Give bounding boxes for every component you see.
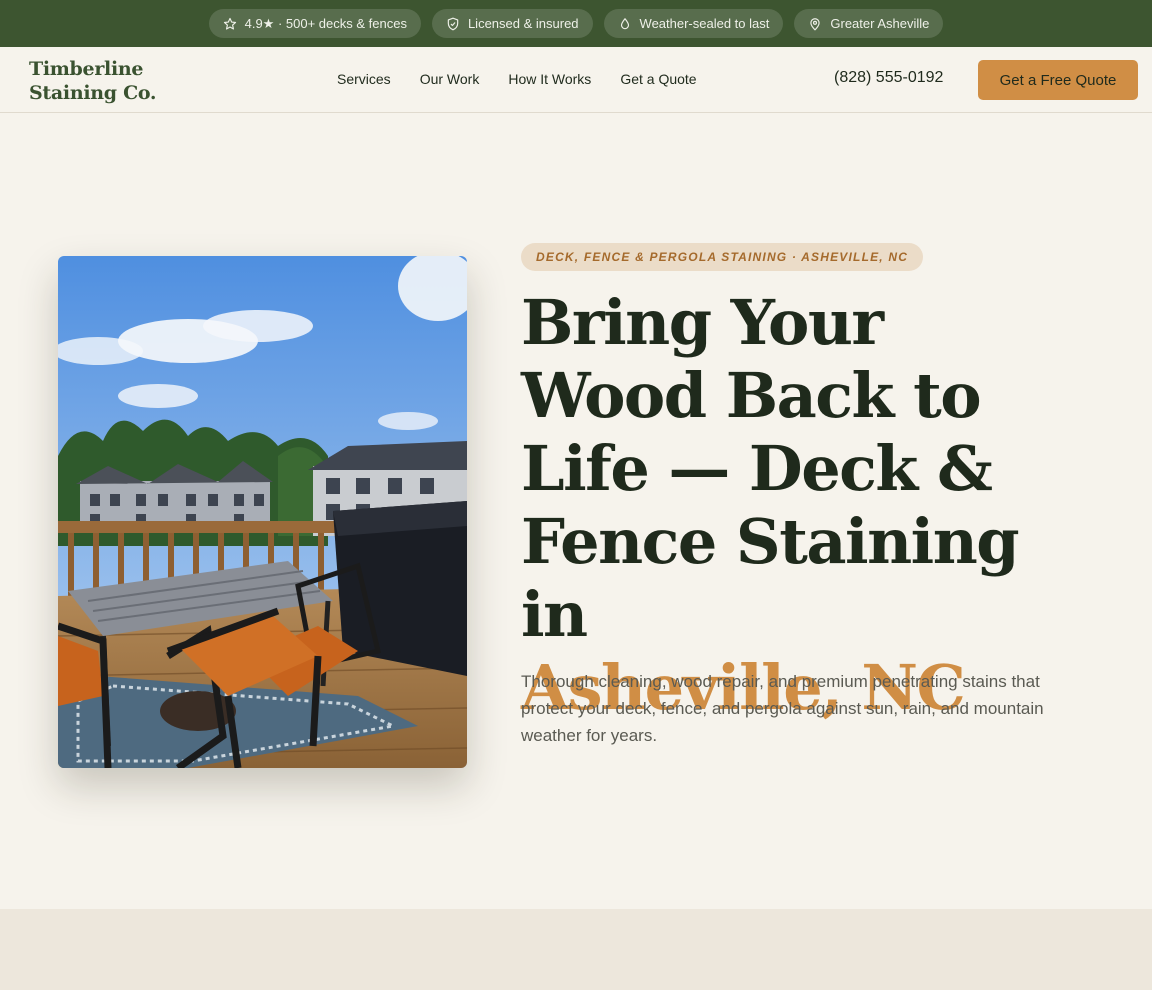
badge-location: Greater Asheville [794, 9, 944, 38]
nav-get-a-quote[interactable]: Get a Quote [620, 71, 696, 87]
hero-image [58, 256, 467, 768]
badge-label: 4.9★ · 500+ decks & fences [244, 15, 407, 31]
nav-services[interactable]: Services [337, 71, 391, 87]
site-header: Timberline Staining Co. Services Our Wor… [0, 47, 1152, 113]
hero-eyebrow: DECK, FENCE & PERGOLA STAINING · ASHEVIL… [521, 243, 924, 271]
badge-label: Licensed & insured [467, 16, 579, 31]
badge-rating: 4.9★ · 500+ decks & fences [208, 9, 421, 38]
logo[interactable]: Timberline Staining Co. [29, 57, 157, 105]
badge-licensed: Licensed & insured [431, 9, 593, 38]
nav-our-work[interactable]: Our Work [420, 71, 480, 87]
logo-line-2: Staining Co. [29, 82, 157, 104]
phone-link[interactable]: (828) 555-0192 [834, 69, 943, 87]
map-pin-icon [810, 17, 821, 30]
star-icon [223, 17, 236, 30]
droplet-icon [620, 17, 629, 29]
nav-how-it-works[interactable]: How It Works [508, 71, 591, 87]
hero-lead: Thorough cleaning, wood repair, and prem… [521, 672, 1044, 745]
headline-main: Bring Your Wood Back to Life — Deck & Fe… [521, 286, 1020, 651]
badge-label: Weather-sealed to last [639, 16, 770, 31]
next-section-band [0, 909, 1152, 990]
hero-headline: Bring Your Wood Back to Life — Deck & Fe… [521, 286, 1081, 724]
logo-line-1: Timberline [29, 58, 144, 80]
badge-label: Greater Asheville [830, 16, 930, 31]
free-quote-button[interactable]: Get a Free Quote [978, 60, 1138, 100]
main-nav: Services Our Work How It Works Get a Quo… [337, 71, 697, 87]
badge-weather: Weather-sealed to last [603, 9, 784, 38]
shield-icon [447, 17, 459, 30]
trust-bar: 4.9★ · 500+ decks & fences Licensed & in… [0, 0, 1152, 47]
